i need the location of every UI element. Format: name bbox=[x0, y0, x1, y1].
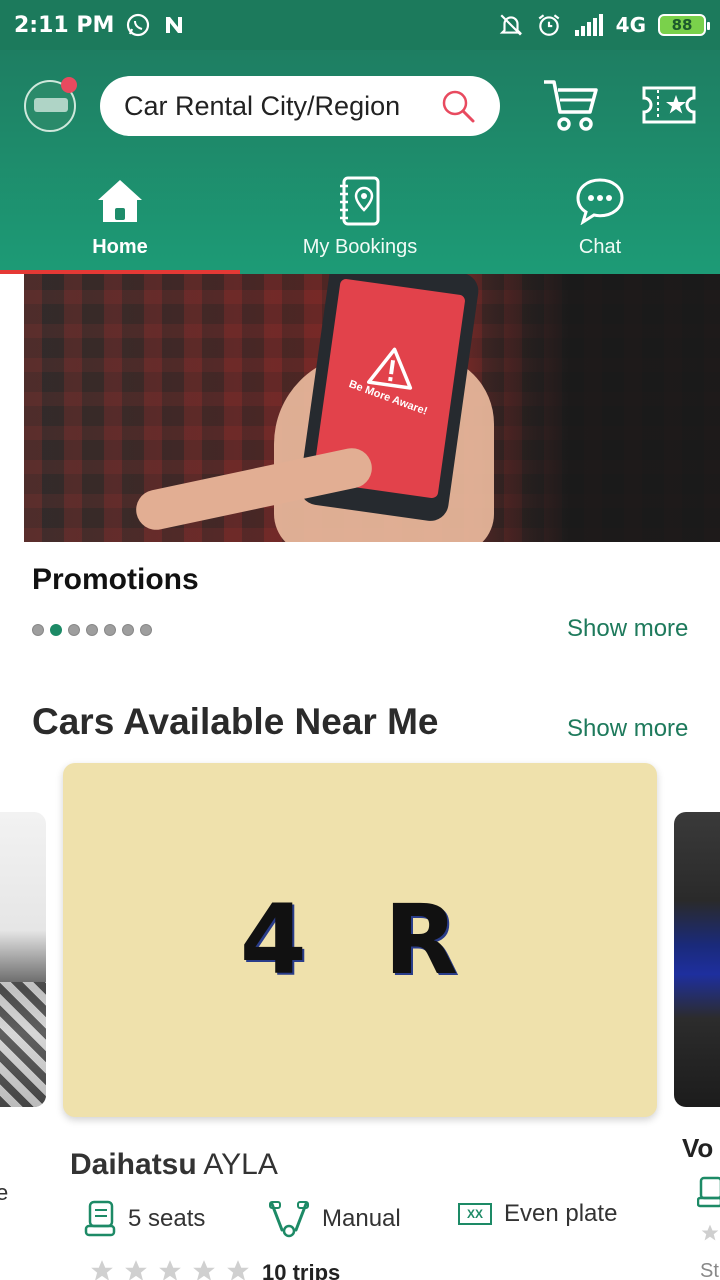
chat-icon bbox=[576, 178, 624, 225]
carousel-dot[interactable] bbox=[86, 624, 98, 636]
car-plate-rule: XX Even plate bbox=[458, 1200, 617, 1228]
star-icon bbox=[91, 1260, 113, 1280]
promotions-show-more-link[interactable]: Show more bbox=[567, 615, 688, 643]
star-icon bbox=[227, 1260, 249, 1280]
gearbox-icon bbox=[269, 1201, 309, 1238]
mute-icon bbox=[499, 14, 522, 36]
network-type: 4G bbox=[615, 13, 646, 37]
carousel-dot[interactable] bbox=[68, 624, 80, 636]
next-card-sub: St bbox=[700, 1260, 719, 1280]
star-icon bbox=[159, 1260, 181, 1280]
seat-icon bbox=[84, 1200, 116, 1237]
tab-my-bookings-label: My Bookings bbox=[302, 236, 418, 258]
carousel-dot[interactable] bbox=[122, 624, 134, 636]
plate-rule-badge: XX bbox=[458, 1203, 492, 1225]
voucher-icon[interactable] bbox=[642, 86, 696, 124]
car-transmission-label: Manual bbox=[322, 1205, 401, 1232]
alarm-icon bbox=[538, 14, 560, 36]
home-icon bbox=[98, 180, 142, 222]
car-seats: 5 seats bbox=[84, 1200, 205, 1238]
car-name[interactable]: Daihatsu AYLA bbox=[70, 1148, 278, 1182]
cart-icon[interactable] bbox=[542, 78, 598, 132]
next-card-star-icon bbox=[701, 1224, 719, 1241]
signal-icon bbox=[574, 14, 603, 36]
whatsapp-icon bbox=[127, 13, 150, 37]
main-tabs: Home My Bookings Chat bbox=[0, 170, 720, 274]
car-card-previous[interactable] bbox=[0, 812, 46, 1107]
car-card-next[interactable] bbox=[674, 812, 720, 1107]
carousel-dot[interactable] bbox=[140, 624, 152, 636]
car-plate-image-text: 4 R bbox=[239, 884, 481, 996]
tab-home[interactable]: Home bbox=[0, 170, 240, 274]
promotions-title: Promotions bbox=[32, 563, 199, 596]
status-bar: 2:11 PM 4G 88 bbox=[0, 0, 720, 50]
car-rating-stars bbox=[88, 1258, 252, 1280]
cars-near-me-title: Cars Available Near Me bbox=[32, 701, 439, 742]
battery-level: 88 bbox=[658, 14, 710, 36]
tab-home-label: Home bbox=[92, 236, 148, 258]
tab-chat[interactable]: Chat bbox=[480, 170, 720, 274]
tab-chat-label: Chat bbox=[578, 236, 622, 258]
carousel-dot[interactable] bbox=[104, 624, 116, 636]
warning-icon bbox=[367, 347, 413, 390]
car-make: Daihatsu bbox=[70, 1148, 197, 1181]
notification-dot bbox=[61, 77, 77, 93]
app-header: Car Rental City/Region Home My Bookings … bbox=[0, 50, 720, 274]
car-plate-rule-label: Even plate bbox=[504, 1200, 618, 1227]
carousel-dots[interactable] bbox=[32, 624, 152, 636]
cars-show-more-link[interactable]: Show more bbox=[567, 715, 688, 743]
next-card-title: Vo bbox=[682, 1133, 714, 1163]
search-bar[interactable]: Car Rental City/Region bbox=[100, 76, 500, 136]
carousel-dot[interactable] bbox=[32, 624, 44, 636]
car-transmission: Manual bbox=[268, 1200, 401, 1238]
promo-banner[interactable]: Be More Aware! bbox=[24, 274, 720, 542]
carousel-dot-active[interactable] bbox=[50, 624, 62, 636]
car-card-featured[interactable]: 4 R bbox=[63, 763, 657, 1117]
previous-card-text: e bbox=[0, 1180, 9, 1205]
car-seats-label: 5 seats bbox=[128, 1205, 206, 1232]
star-icon bbox=[193, 1260, 215, 1280]
tab-my-bookings[interactable]: My Bookings bbox=[240, 170, 480, 274]
car-model: AYLA bbox=[203, 1148, 278, 1181]
bookings-icon bbox=[340, 176, 380, 226]
car-trips-count: 10 trips bbox=[262, 1260, 341, 1280]
next-card-seat-icon bbox=[697, 1176, 720, 1208]
status-time: 2:11 PM bbox=[14, 12, 115, 38]
search-input[interactable]: Car Rental City/Region bbox=[124, 91, 440, 122]
star-icon bbox=[125, 1260, 147, 1280]
search-icon[interactable] bbox=[440, 88, 476, 124]
n-notification-icon bbox=[166, 17, 183, 33]
